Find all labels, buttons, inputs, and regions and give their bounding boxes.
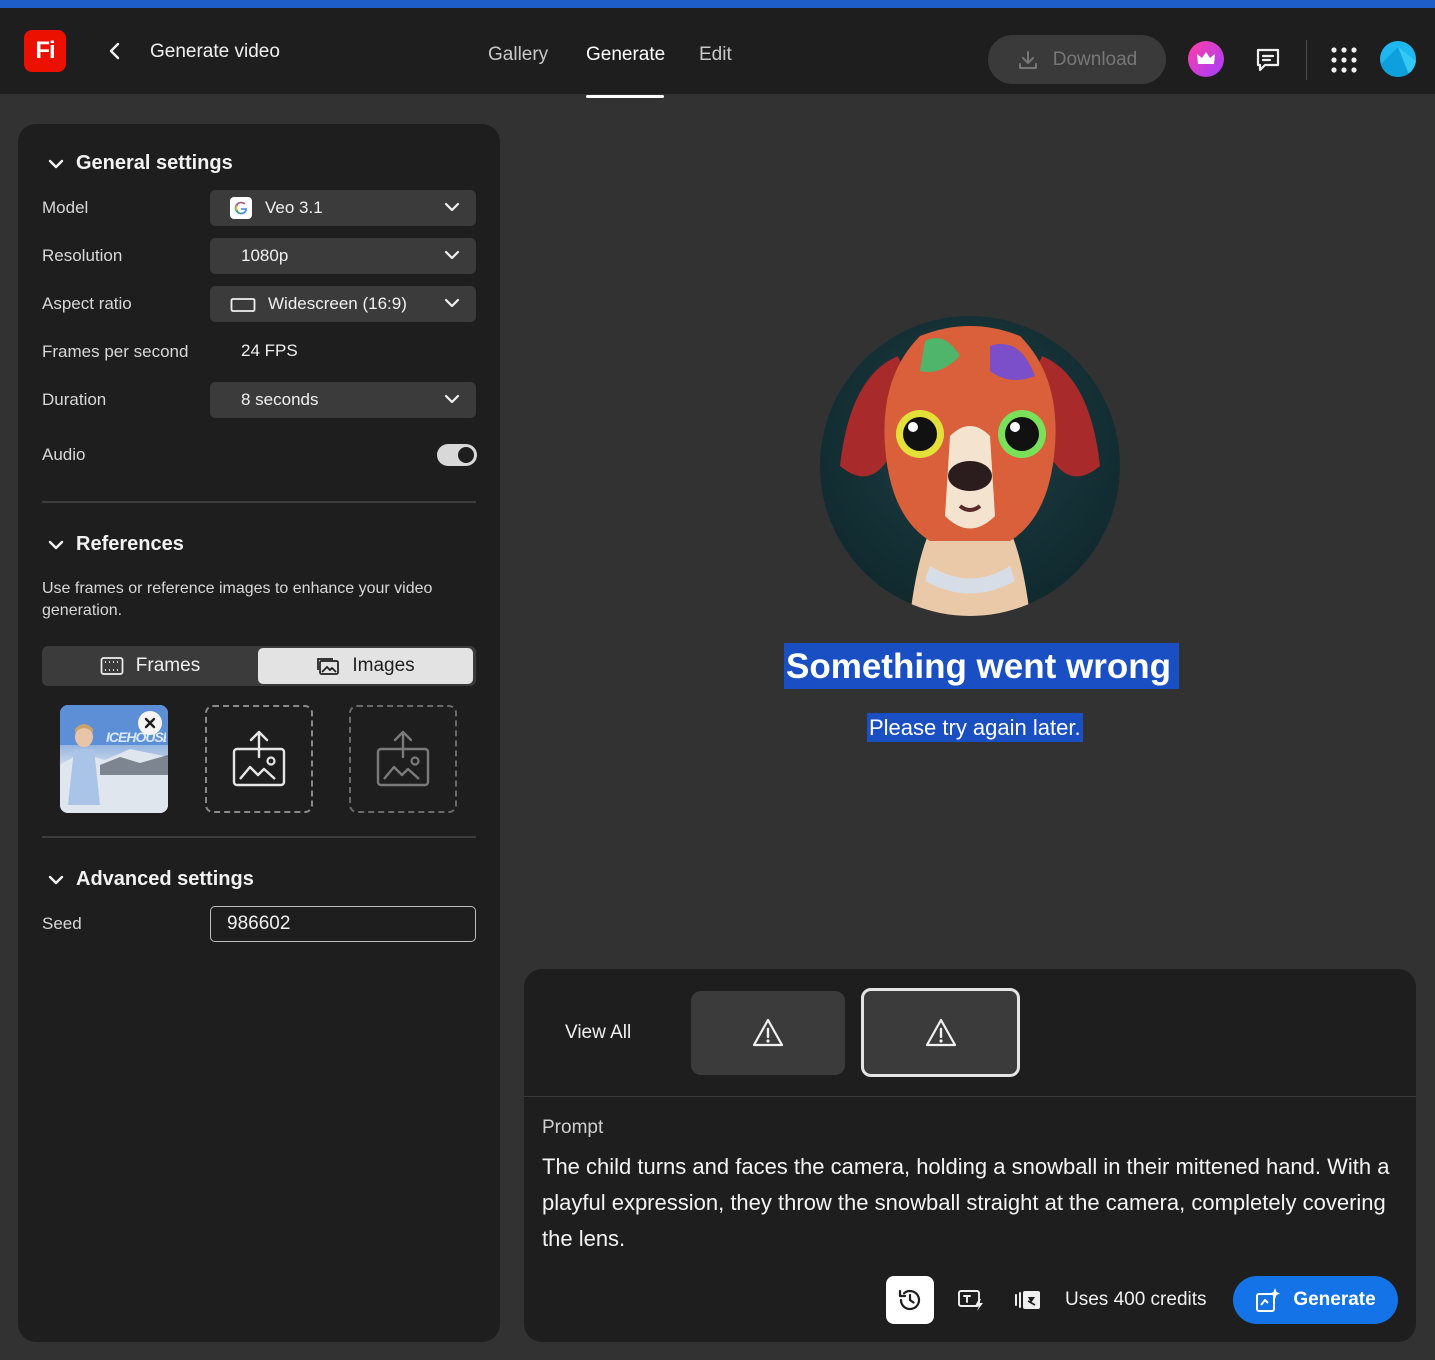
model-value: Veo 3.1 xyxy=(265,198,323,217)
upload-image-slot[interactable] xyxy=(205,705,313,813)
history-item-selected[interactable] xyxy=(861,988,1020,1077)
generate-label: Generate xyxy=(1293,1289,1376,1310)
top-accent-strip xyxy=(0,0,1435,8)
crown-icon xyxy=(1197,52,1215,64)
advanced-settings-header[interactable]: Advanced settings xyxy=(48,868,254,891)
error-dog-illustration xyxy=(820,316,1120,616)
widescreen-icon xyxy=(230,298,256,312)
download-label: Download xyxy=(1052,48,1138,70)
error-title: Something went wrong xyxy=(784,643,1179,689)
premium-crown-button[interactable] xyxy=(1188,41,1224,77)
download-icon xyxy=(1018,50,1037,69)
duration-label: Duration xyxy=(42,390,107,409)
duration-dropdown[interactable]: 8 seconds xyxy=(210,382,476,418)
chevron-down-icon xyxy=(444,394,460,404)
section-divider xyxy=(42,836,476,838)
chevron-down-icon xyxy=(444,298,460,308)
media-settings-button[interactable] xyxy=(1004,1276,1052,1324)
chevron-down-icon xyxy=(48,159,64,168)
chevron-left-icon xyxy=(109,42,120,60)
history-button[interactable] xyxy=(886,1276,934,1324)
tab-generate[interactable]: Generate xyxy=(586,44,665,66)
app-header: Fi Generate video Gallery Generate Edit … xyxy=(0,8,1435,98)
audio-toggle[interactable] xyxy=(437,444,477,466)
images-icon xyxy=(317,658,340,675)
images-tab[interactable]: Images xyxy=(258,648,473,684)
apps-grid-icon xyxy=(1331,47,1357,73)
user-avatar[interactable] xyxy=(1380,41,1416,77)
fps-value: 24 FPS xyxy=(241,341,298,360)
aspect-ratio-value: Widescreen (16:9) xyxy=(268,294,407,313)
prompt-enhance-button[interactable] xyxy=(947,1276,995,1324)
close-icon xyxy=(144,717,156,729)
prompt-label: Prompt xyxy=(542,1117,604,1138)
chevron-down-icon xyxy=(48,540,64,549)
warning-icon xyxy=(925,1018,956,1046)
seed-input[interactable] xyxy=(210,906,476,942)
images-tab-label: Images xyxy=(352,655,415,676)
references-header[interactable]: References xyxy=(48,533,184,556)
references-title: References xyxy=(76,533,184,555)
duration-value: 8 seconds xyxy=(241,390,319,409)
references-description: Use frames or reference images to enhanc… xyxy=(42,580,433,619)
google-logo-icon xyxy=(230,197,252,219)
upload-image-slot-disabled xyxy=(349,705,457,813)
warning-icon xyxy=(752,1018,784,1047)
tab-gallery[interactable]: Gallery xyxy=(488,44,548,66)
feedback-button[interactable] xyxy=(1252,44,1284,76)
view-all-link[interactable]: View All xyxy=(565,1022,631,1044)
active-tab-indicator xyxy=(586,95,664,98)
model-dropdown[interactable]: Veo 3.1 xyxy=(210,190,476,226)
cartoon-dog-image xyxy=(840,326,1100,616)
prompt-text[interactable]: The child turns and faces the camera, ho… xyxy=(542,1149,1402,1257)
avatar-image xyxy=(1380,47,1416,77)
resolution-dropdown[interactable]: 1080p xyxy=(210,238,476,274)
video-style-icon xyxy=(1015,1291,1040,1309)
header-divider xyxy=(1306,40,1307,80)
aspect-ratio-dropdown[interactable]: Widescreen (16:9) xyxy=(210,286,476,322)
text-lightning-icon xyxy=(958,1290,983,1311)
resolution-value: 1080p xyxy=(241,246,289,265)
back-button[interactable] xyxy=(102,38,128,64)
settings-panel: General settings Model Veo 3.1 Resolutio… xyxy=(18,124,500,1342)
model-label: Model xyxy=(42,198,89,217)
advanced-settings-title: Advanced settings xyxy=(76,868,254,890)
audio-label: Audio xyxy=(42,445,86,464)
history-item[interactable] xyxy=(691,991,845,1075)
page-title: Generate video xyxy=(150,41,280,62)
reference-type-switch: Frames Images xyxy=(42,646,476,686)
fps-label: Frames per second xyxy=(42,342,189,361)
toggle-knob xyxy=(458,447,474,463)
seed-label: Seed xyxy=(42,914,82,933)
history-clock-icon xyxy=(898,1289,921,1311)
upload-image-icon xyxy=(376,730,430,787)
prompt-divider xyxy=(524,1096,1416,1097)
firefly-logo[interactable]: Fi xyxy=(24,30,66,72)
film-frames-icon xyxy=(100,657,124,675)
chevron-down-icon xyxy=(444,202,460,212)
frames-tab-label: Frames xyxy=(135,655,201,676)
error-subtitle: Please try again later. xyxy=(867,713,1083,742)
upload-image-icon xyxy=(232,730,286,787)
prompt-panel: View All Prompt The child turns and face… xyxy=(524,969,1416,1342)
resolution-label: Resolution xyxy=(42,246,123,265)
chevron-down-icon xyxy=(48,875,64,884)
chevron-down-icon xyxy=(444,250,460,260)
tab-edit[interactable]: Edit xyxy=(699,44,732,66)
credits-label: Uses 400 credits xyxy=(1065,1289,1207,1310)
generate-button[interactable]: Generate xyxy=(1233,1276,1398,1324)
section-divider xyxy=(42,501,476,503)
frames-tab[interactable]: Frames xyxy=(44,648,256,684)
aspect-ratio-label: Aspect ratio xyxy=(42,294,132,313)
general-settings-title: General settings xyxy=(76,152,233,174)
general-settings-header[interactable]: General settings xyxy=(48,152,233,175)
generate-sparkle-icon xyxy=(1256,1288,1281,1312)
download-button[interactable]: Download xyxy=(988,35,1166,84)
apps-grid-button[interactable] xyxy=(1330,46,1358,74)
remove-reference-button[interactable] xyxy=(138,711,162,735)
chat-bubble-icon xyxy=(1256,48,1280,72)
